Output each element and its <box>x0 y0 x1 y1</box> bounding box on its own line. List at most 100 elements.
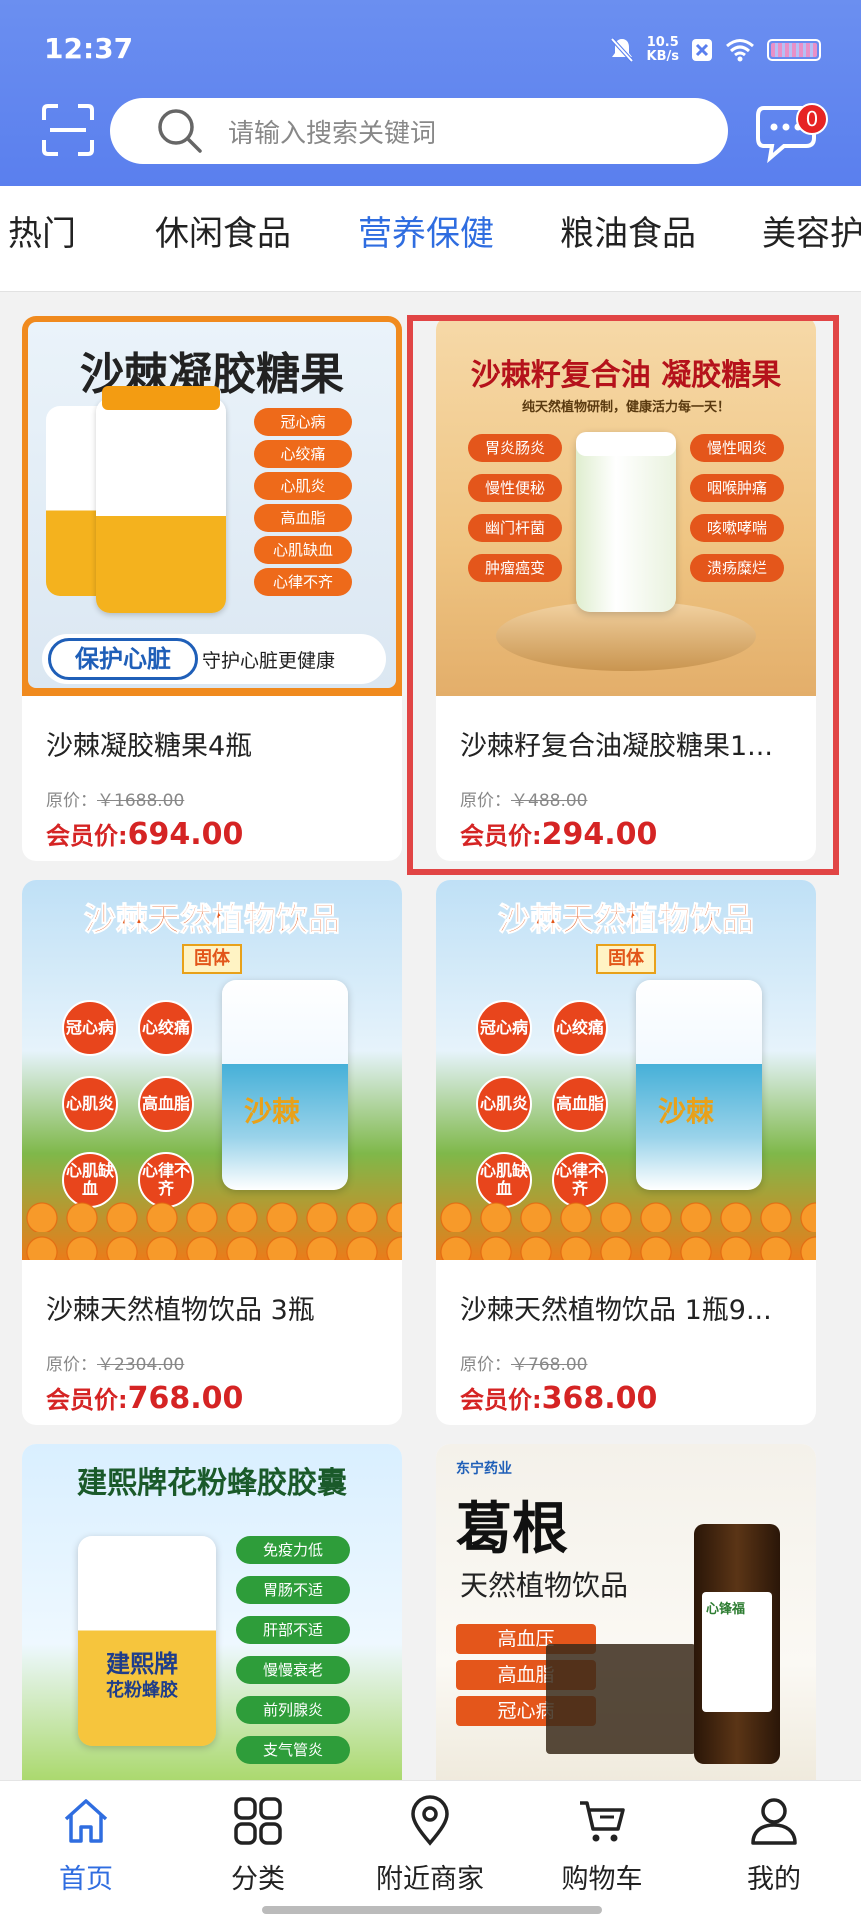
image-tag: 心肌炎 <box>254 472 352 500</box>
image-badge: 固体 <box>596 944 656 974</box>
profile-icon <box>751 1798 797 1845</box>
member-price: 会员价:694.00 <box>46 816 243 852</box>
category-tabs: 热门 休闲食品 营养保健 粮油食品 美容护 <box>0 186 861 292</box>
image-title: 沙棘天然植物饮品 <box>83 900 340 939</box>
product-name: 沙棘凝胶糖果4瓶 <box>46 731 253 762</box>
nav-cart[interactable]: 购物车 <box>516 1781 688 1920</box>
home-indicator[interactable] <box>262 1906 602 1914</box>
original-price: 原价：￥1688.00 <box>46 786 184 811</box>
image-badge: 固体 <box>182 944 242 974</box>
original-price-value: ￥488.00 <box>511 791 588 811</box>
original-price-label: 原价： <box>460 1355 511 1375</box>
jar-label: 沙棘 <box>244 1095 301 1128</box>
scan-icon[interactable] <box>40 102 96 158</box>
product-name: 沙棘天然植物饮品 3瓶 <box>46 1295 315 1326</box>
original-price-label: 原价： <box>460 791 511 811</box>
search-icon <box>158 109 202 153</box>
nav-home[interactable]: 首页 <box>0 1781 172 1920</box>
tab-snacks[interactable]: 休闲食品 <box>155 206 291 255</box>
nav-nearby-label: 附近商家 <box>376 1864 484 1895</box>
network-speed: 10.5 KB/s <box>647 36 679 64</box>
wifi-icon <box>726 39 754 62</box>
message-badge: 0 <box>796 103 828 135</box>
product-image: 沙棘天然植物饮品 固体 冠心病 心绞痛 心肌炎 高血脂 心肌缺血 心律不齐 沙棘 <box>436 880 816 1260</box>
product-image: 沙棘天然植物饮品 固体 冠心病 心绞痛 心肌炎 高血脂 心肌缺血 心律不齐 沙棘 <box>22 880 402 1260</box>
image-tag: 心肌缺血 <box>254 536 352 564</box>
nav-cart-label: 购物车 <box>561 1864 643 1895</box>
status-icons: 10.5 KB/s <box>609 30 821 70</box>
image-tag: 冠心病 <box>476 1000 532 1056</box>
category-grid-icon <box>234 1797 282 1845</box>
image-tag: 慢性咽炎 <box>690 434 784 462</box>
network-speed-unit: KB/s <box>646 49 679 64</box>
member-price-label: 会员价: <box>460 822 542 850</box>
image-tag: 冠心病 <box>254 408 352 436</box>
image-tag: 咳嗽哮喘 <box>690 514 784 542</box>
image-tag: 免疫力低 <box>236 1536 350 1564</box>
member-price-label: 会员价: <box>46 1386 128 1414</box>
image-title: 沙棘籽复合油 凝胶糖果 <box>470 358 782 393</box>
image-tag: 胃炎肠炎 <box>468 434 562 462</box>
image-title: 葛根 <box>456 1497 568 1562</box>
nav-nearby-merchants[interactable]: 附近商家 <box>344 1781 516 1920</box>
image-title: 沙棘天然植物饮品 <box>497 900 754 939</box>
original-price-label: 原价： <box>46 791 97 811</box>
original-price-value: ￥768.00 <box>511 1355 588 1375</box>
image-tag: 高血脂 <box>552 1076 608 1132</box>
image-banner-sub: 守护心脏更健康 <box>202 650 336 672</box>
original-price: 原价：￥488.00 <box>460 786 587 811</box>
app-header: 12:37 10.5 KB/s 请输入搜索关键词 0 <box>0 0 861 186</box>
jar-label: 建熙牌 <box>106 1650 178 1678</box>
member-price-value: 294.00 <box>541 817 658 852</box>
sim-blocked-icon <box>692 39 712 61</box>
image-tag: 心肌炎 <box>62 1076 118 1132</box>
image-tag: 咽喉肿痛 <box>690 474 784 502</box>
product-card[interactable]: 沙棘天然植物饮品 固体 冠心病 心绞痛 心肌炎 高血脂 心肌缺血 心律不齐 沙棘… <box>436 880 816 1425</box>
mute-icon <box>610 37 634 63</box>
member-price-value: 694.00 <box>127 817 244 852</box>
image-tag: 肝部不适 <box>236 1616 350 1644</box>
product-image: 沙棘凝胶糖果 冠心病 心绞痛 心肌炎 高血脂 心肌缺血 心律不齐 保护心脏 守护… <box>22 316 402 696</box>
image-tag: 心绞痛 <box>552 1000 608 1056</box>
image-tag: 高血脂 <box>254 504 352 532</box>
image-tag: 高血脂 <box>138 1076 194 1132</box>
cart-icon <box>580 1801 625 1842</box>
tab-hot[interactable]: 热门 <box>8 206 76 255</box>
image-tag: 慢性便秘 <box>468 474 562 502</box>
location-pin-icon <box>411 1795 449 1846</box>
member-price-label: 会员价: <box>460 1386 542 1414</box>
image-tag: 冠心病 <box>62 1000 118 1056</box>
image-tag: 溃疡糜烂 <box>690 554 784 582</box>
member-price-value: 368.00 <box>541 1381 658 1416</box>
jar-sublabel: 花粉蜂胶 <box>106 1680 178 1701</box>
product-card[interactable]: 沙棘凝胶糖果 冠心病 心绞痛 心肌炎 高血脂 心肌缺血 心律不齐 保护心脏 守护… <box>22 316 402 861</box>
nav-category[interactable]: 分类 <box>172 1781 344 1920</box>
status-time: 12:37 <box>44 32 134 65</box>
member-price: 会员价:368.00 <box>460 1380 657 1416</box>
image-subtitle: 纯天然植物研制，健康活力每一天！ <box>521 400 730 415</box>
product-card[interactable]: 沙棘籽复合油 凝胶糖果 纯天然植物研制，健康活力每一天！ 胃炎肠炎 慢性便秘 幽… <box>436 316 816 861</box>
image-subtitle: 天然植物饮品 <box>460 1569 629 1602</box>
search-placeholder: 请输入搜索关键词 <box>228 118 437 149</box>
jar-label: 沙棘 <box>658 1095 715 1128</box>
tab-grain-oil[interactable]: 粮油食品 <box>560 206 696 255</box>
tab-beauty[interactable]: 美容护 <box>762 206 861 255</box>
original-price: 原价：￥2304.00 <box>46 1350 184 1375</box>
image-tag: 幽门杆菌 <box>468 514 562 542</box>
member-price-label: 会员价: <box>46 822 128 850</box>
home-icon <box>64 1799 108 1843</box>
product-card[interactable]: 沙棘天然植物饮品 固体 冠心病 心绞痛 心肌炎 高血脂 心肌缺血 心律不齐 沙棘… <box>22 880 402 1425</box>
original-price-value: ￥1688.00 <box>97 791 185 811</box>
nav-profile[interactable]: 我的 <box>688 1781 860 1920</box>
product-name: 沙棘天然植物饮品 1瓶9... <box>460 1295 772 1326</box>
image-tag: 心绞痛 <box>138 1000 194 1056</box>
tab-nutrition-health[interactable]: 营养保健 <box>358 206 494 255</box>
member-price: 会员价:294.00 <box>460 816 657 852</box>
nav-profile-label: 我的 <box>747 1864 801 1895</box>
image-tag: 慢慢衰老 <box>236 1656 350 1684</box>
image-banner-main: 保护心脏 <box>48 638 198 680</box>
nav-category-label: 分类 <box>231 1864 285 1895</box>
search-input[interactable]: 请输入搜索关键词 <box>110 98 728 164</box>
image-title: 建熙牌花粉蜂胶胶囊 <box>77 1466 347 1501</box>
bottom-nav: 首页 分类 附近商家 购物车 我的 <box>0 1780 861 1920</box>
